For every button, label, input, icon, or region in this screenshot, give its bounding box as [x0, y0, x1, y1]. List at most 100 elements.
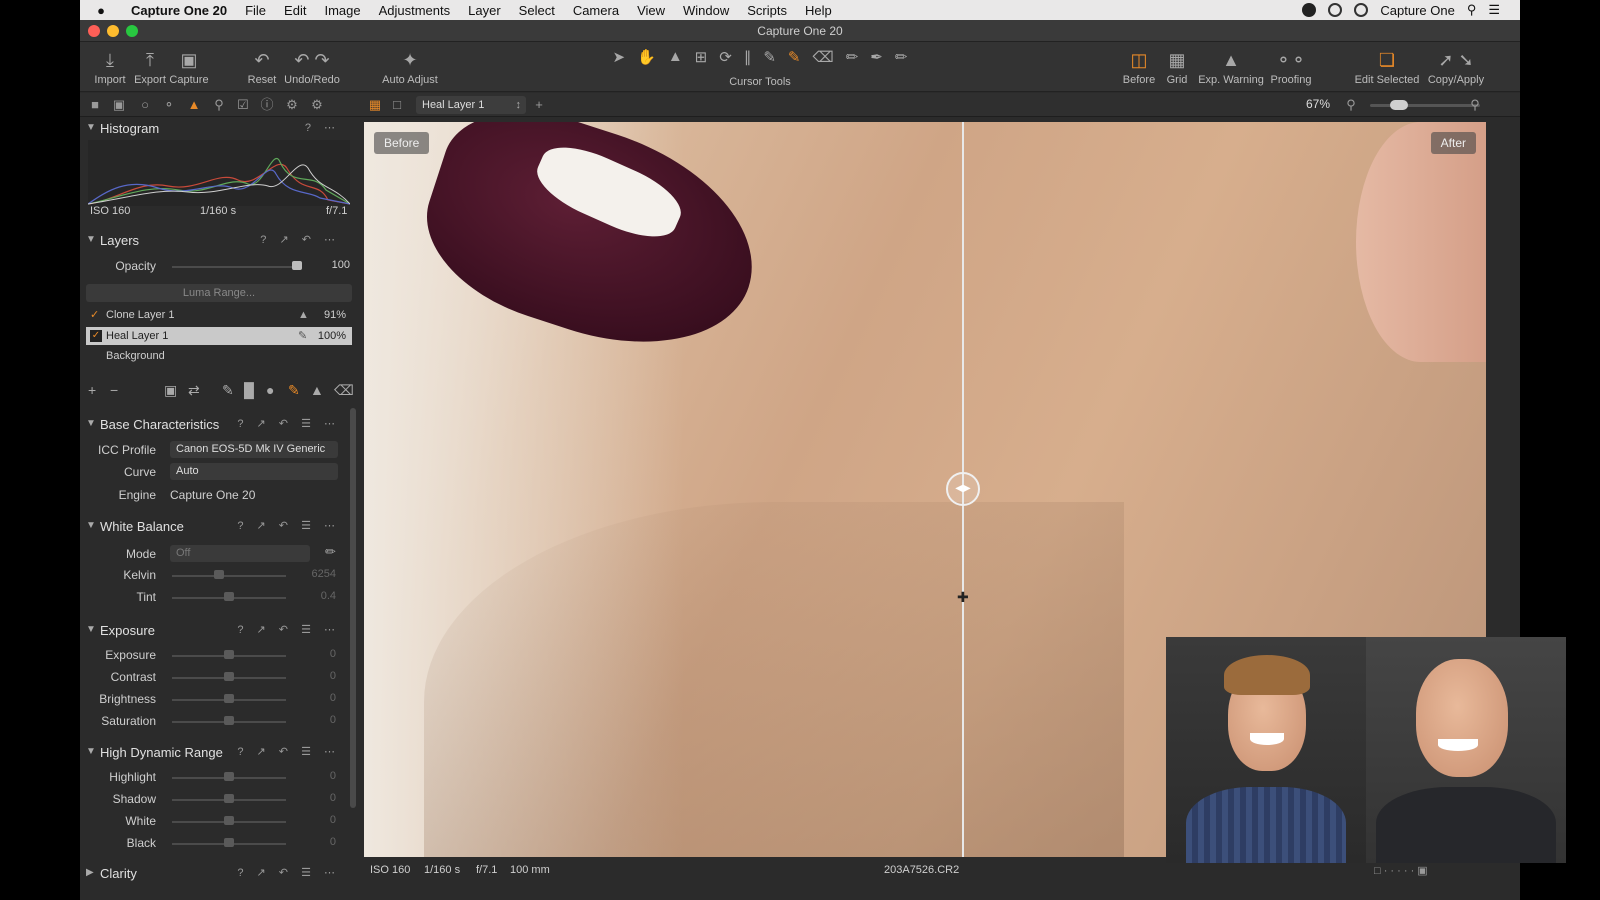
- menu-window[interactable]: Window: [674, 3, 738, 18]
- batch-tab-icon[interactable]: ⚙: [308, 96, 326, 114]
- menu-image[interactable]: Image: [315, 3, 369, 18]
- brightness-slider-thumb[interactable]: [224, 694, 234, 703]
- curve-dropdown[interactable]: Auto: [170, 463, 338, 480]
- menu-adjustments[interactable]: Adjustments: [370, 3, 460, 18]
- white-slider-thumb[interactable]: [224, 816, 234, 825]
- reset-button[interactable]: ↶ Reset: [242, 46, 282, 86]
- rotate-icon[interactable]: ⟳: [719, 48, 732, 72]
- luma-range-button[interactable]: Luma Range...: [86, 284, 352, 302]
- kelvin-slider-thumb[interactable]: [214, 570, 224, 579]
- color-picker-icon[interactable]: ✏: [846, 48, 859, 72]
- exposure-tab-icon[interactable]: ▲: [185, 96, 203, 114]
- status-check-icon[interactable]: [1302, 3, 1317, 17]
- saturation-slider-thumb[interactable]: [224, 716, 234, 725]
- wb-picker-icon[interactable]: ✏: [325, 544, 336, 560]
- zoom-in-icon[interactable]: ⚲: [1466, 96, 1484, 114]
- import-button[interactable]: ⤓ Import: [88, 46, 132, 86]
- select-cursor-icon[interactable]: ➤: [613, 48, 626, 72]
- before-button[interactable]: ◫ Before: [1118, 46, 1160, 86]
- contrast-value[interactable]: 0: [300, 670, 336, 682]
- wb-tool-icons[interactable]: ? ↗ ↶ ☰ ⋯: [237, 519, 340, 532]
- crop-icon[interactable]: ⊞: [695, 48, 708, 72]
- zoom-slider-thumb[interactable]: [1390, 100, 1408, 110]
- icc-profile-dropdown[interactable]: Canon EOS-5D Mk IV Generic: [170, 441, 338, 458]
- histogram-header[interactable]: ▼ Histogram ? ⋯: [80, 118, 350, 140]
- black-value[interactable]: 0: [300, 836, 336, 848]
- stamp-icon[interactable]: ▲: [668, 48, 683, 72]
- menu-select[interactable]: Select: [510, 3, 564, 18]
- layers-tool-icons[interactable]: ? ↗ ↶ ⋯: [260, 233, 340, 246]
- hdr-header[interactable]: ▼ High Dynamic Range ? ↗ ↶ ☰ ⋯: [80, 742, 350, 764]
- menu-camera[interactable]: Camera: [564, 3, 628, 18]
- erase-mask-icon[interactable]: ⌫: [334, 382, 354, 399]
- gradient-mask-icon[interactable]: █: [244, 382, 254, 398]
- menu-app-name[interactable]: Capture One 20: [122, 3, 236, 18]
- base-tool-icons[interactable]: ? ↗ ↶ ☰ ⋯: [237, 417, 340, 430]
- lens-tab-icon[interactable]: ○: [136, 96, 154, 114]
- layer-item-clone[interactable]: ✓ Clone Layer 1 ▲ 91%: [86, 306, 352, 324]
- white-value[interactable]: 0: [300, 814, 336, 826]
- eraser-icon[interactable]: ⌫: [812, 48, 833, 72]
- exposure-slider-thumb[interactable]: [224, 650, 234, 659]
- divider-drag-handle[interactable]: ◀▶: [946, 472, 980, 506]
- clarity-tool-icons[interactable]: ? ↗ ↶ ☰ ⋯: [237, 866, 340, 879]
- adjustments-tab-icon[interactable]: ☑: [234, 96, 252, 114]
- add-icon[interactable]: +: [88, 382, 96, 398]
- zoom-out-icon[interactable]: ⚲: [1342, 96, 1360, 114]
- color-tab-icon[interactable]: ⚬: [160, 96, 178, 114]
- swap-icon[interactable]: ⇄: [188, 382, 200, 399]
- add-layer-icon[interactable]: +: [530, 96, 548, 114]
- opacity-slider-thumb[interactable]: [292, 261, 302, 270]
- hdr-tool-icons[interactable]: ? ↗ ↶ ☰ ⋯: [237, 745, 340, 758]
- layer-selector[interactable]: Heal Layer 1 ↕: [416, 96, 526, 114]
- remove-icon[interactable]: −: [110, 382, 118, 398]
- single-view-icon[interactable]: □: [388, 96, 406, 114]
- kelvin-slider[interactable]: [172, 575, 286, 577]
- shadow-slider-thumb[interactable]: [224, 794, 234, 803]
- globe-icon[interactable]: [1328, 3, 1343, 17]
- details-tab-icon[interactable]: ⚲: [210, 96, 228, 114]
- menu-edit[interactable]: Edit: [275, 3, 315, 18]
- base-characteristics-header[interactable]: ▼ Base Characteristics ? ↗ ↶ ☰ ⋯: [80, 414, 350, 436]
- wb-mode-dropdown[interactable]: Off: [170, 545, 310, 562]
- tint-slider-thumb[interactable]: [224, 592, 234, 601]
- tint-value[interactable]: 0.4: [300, 590, 336, 602]
- undo-redo-button[interactable]: ↶ ↷ Undo/Redo: [280, 46, 344, 86]
- zoom-window-button[interactable]: [126, 25, 138, 37]
- keystone-icon[interactable]: ∥: [744, 48, 752, 72]
- panel-scrollbar[interactable]: [350, 408, 356, 808]
- menu-view[interactable]: View: [628, 3, 674, 18]
- metadata-tab-icon[interactable]: ⓘ: [258, 96, 276, 114]
- output-tab-icon[interactable]: ⚙: [283, 96, 301, 114]
- capture-button[interactable]: ▣ Capture: [164, 46, 214, 86]
- brush-icon[interactable]: ✎: [763, 48, 776, 72]
- draw-mask-icon[interactable]: ✎: [222, 382, 234, 399]
- clone-tool-icon[interactable]: ▲: [310, 382, 324, 398]
- shadow-value[interactable]: 0: [300, 792, 336, 804]
- menu-layer[interactable]: Layer: [459, 3, 510, 18]
- proofing-button[interactable]: ⚬⚬ Proofing: [1266, 46, 1316, 86]
- opacity-slider[interactable]: [172, 266, 300, 268]
- exposure-header[interactable]: ▼ Exposure ? ↗ ↶ ☰ ⋯: [80, 620, 350, 642]
- heal-brush-icon[interactable]: ✎: [788, 48, 801, 72]
- black-slider-thumb[interactable]: [224, 838, 234, 847]
- pencil-icon[interactable]: ✏: [895, 48, 908, 72]
- menu-file[interactable]: File: [236, 3, 275, 18]
- library-tab-icon[interactable]: ■: [86, 96, 104, 114]
- annotate-icon[interactable]: ✒: [870, 48, 883, 72]
- minimize-window-button[interactable]: [107, 25, 119, 37]
- heal-tool-icon[interactable]: ✎: [288, 382, 300, 399]
- exposure-warning-button[interactable]: ▲ Exp. Warning: [1196, 46, 1266, 86]
- menu-right-app-label[interactable]: Capture One: [1380, 3, 1454, 18]
- contrast-slider-thumb[interactable]: [224, 672, 234, 681]
- pan-hand-icon[interactable]: ✋: [637, 48, 656, 72]
- checkmark-icon[interactable]: ✓: [90, 306, 99, 324]
- histogram-tool-icons[interactable]: ? ⋯: [305, 121, 340, 134]
- layers-header[interactable]: ▼ Layers ? ↗ ↶ ⋯: [80, 230, 350, 252]
- rating-dots[interactable]: □ · · · · · ▣: [1374, 864, 1428, 877]
- menu-help[interactable]: Help: [796, 3, 841, 18]
- spotlight-search-icon[interactable]: ⚲: [1467, 2, 1477, 18]
- saturation-value[interactable]: 0: [300, 714, 336, 726]
- clarity-header[interactable]: ▶ Clarity ? ↗ ↶ ☰ ⋯: [80, 863, 350, 885]
- layer-item-heal[interactable]: ✓ Heal Layer 1 ✎ 100%: [86, 327, 352, 345]
